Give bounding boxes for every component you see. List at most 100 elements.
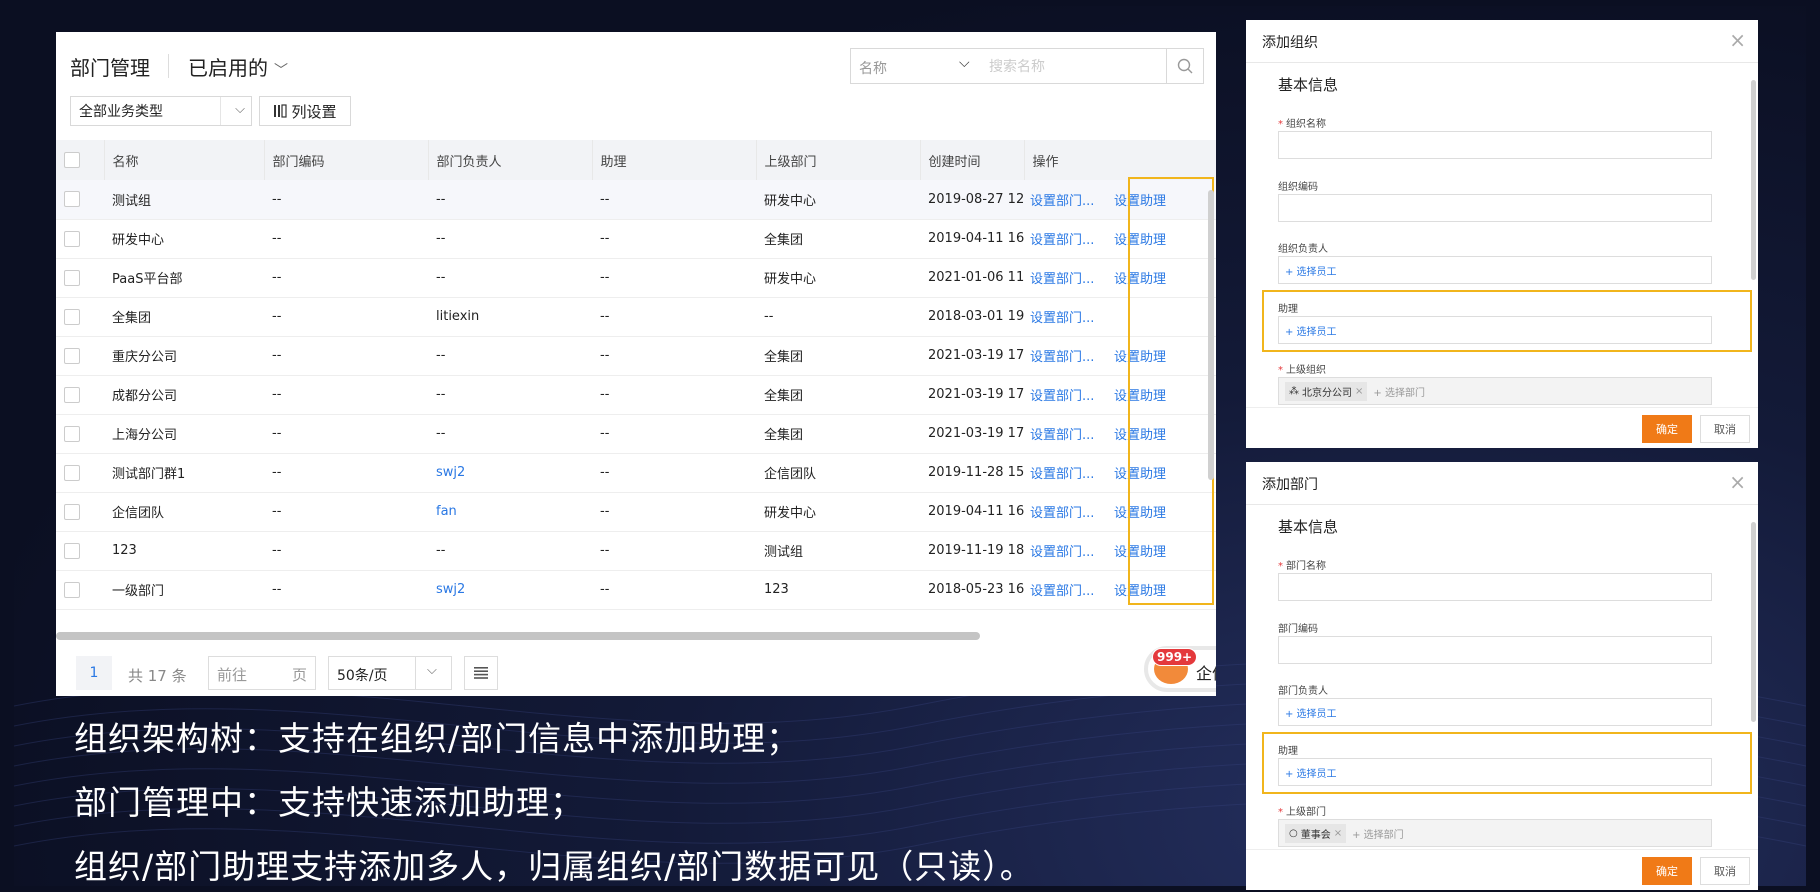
column-settings-button[interactable]: 列设置 [259,96,351,126]
set-department-link[interactable]: 设置部门... [1030,268,1100,287]
goto-page-input[interactable]: 前往 页 [208,656,316,690]
cell-name[interactable]: 一级部门 [104,570,264,610]
set-department-link[interactable]: 设置部门... [1030,307,1100,326]
row-checkbox[interactable] [64,503,80,520]
set-department-link[interactable]: 设置部门... [1030,229,1100,248]
select-all-cell[interactable] [56,140,105,180]
search-button[interactable] [1166,49,1203,83]
cell-name[interactable]: 研发中心 [104,219,264,259]
row-checkbox[interactable] [64,542,80,559]
table-row[interactable]: 成都分公司 -- -- -- 全集团 2021-03-19 17: 设置部门... 设置助理 [56,375,1216,415]
column-header-name[interactable]: 名称 [104,140,265,180]
set-assistant-link[interactable]: 设置助理 [1114,467,1166,482]
cancel-button[interactable]: 取消 [1700,857,1750,885]
set-department-link[interactable]: 设置部门... [1030,502,1100,521]
set-department-link[interactable]: 设置部门... [1030,541,1100,560]
row-checkbox[interactable] [64,347,80,364]
table-row[interactable]: 测试部门群1 -- swj2 -- 企信团队 2019-11-28 15: 设置部门... 设… [56,453,1216,493]
row-select-cell[interactable] [56,453,104,493]
cell-name[interactable]: 重庆分公司 [104,336,264,376]
dept-parent-picker[interactable]: ○ 董事会 × + 选择部门 [1278,819,1712,847]
row-checkbox[interactable] [64,386,80,403]
cell-name[interactable]: 企信团队 [104,492,264,532]
row-select-cell[interactable] [56,219,104,259]
dialog-scrollbar[interactable] [1751,80,1756,280]
add-parent-link[interactable]: + 选择部门 [1352,826,1404,841]
org-code-input[interactable] [1278,194,1712,222]
vertical-scrollbar[interactable] [1208,190,1214,480]
table-row[interactable]: 123 -- -- -- 测试组 2019-11-19 18: 设置部门... 设置助理 [56,531,1216,571]
set-department-link[interactable]: 设置部门... [1030,346,1100,365]
close-icon[interactable]: × [1729,470,1746,494]
cancel-button[interactable]: 取消 [1700,415,1750,443]
set-department-link[interactable]: 设置部门... [1030,385,1100,404]
status-filter-dropdown[interactable]: 已启用的 ﹀ [188,52,288,81]
chat-launcher[interactable]: 999+ 企信 [1144,646,1216,692]
set-assistant-link[interactable]: 设置助理 [1114,389,1166,404]
dept-assistant-picker[interactable]: + 选择员工 [1278,758,1712,786]
dept-name-input[interactable] [1278,573,1712,601]
remove-tag-icon[interactable]: × [1355,386,1363,397]
confirm-button[interactable]: 确定 [1642,857,1692,885]
row-checkbox[interactable] [64,464,80,481]
dept-manager-picker[interactable]: + 选择员工 [1278,698,1712,726]
row-select-cell[interactable] [56,570,104,610]
page-size-select[interactable]: 50条/页 ⌵ [328,656,452,690]
set-assistant-link[interactable]: 设置助理 [1114,233,1166,248]
cell-name[interactable]: 123 [104,531,264,571]
column-header-manager[interactable]: 部门负责人 [428,140,593,180]
set-assistant-link[interactable]: 设置助理 [1114,272,1166,287]
search-input[interactable] [987,53,1151,81]
table-row[interactable]: 一级部门 -- swj2 -- 123 2018-05-23 16: 设置部门... 设置助理 [56,570,1216,610]
set-department-link[interactable]: 设置部门... [1030,580,1100,599]
page-number-button[interactable]: 1 [76,656,112,690]
set-assistant-link[interactable]: 设置助理 [1114,350,1166,365]
business-type-select[interactable]: 全部业务类型 ⌵ [70,96,252,126]
row-select-cell[interactable] [56,180,104,220]
table-row[interactable]: 研发中心 -- -- -- 全集团 2019-04-11 16: 设置部门... 设置助理 [56,219,1216,259]
set-department-link[interactable]: 设置部门... [1030,190,1100,209]
set-assistant-link[interactable]: 设置助理 [1114,428,1166,443]
row-checkbox[interactable] [64,191,80,208]
row-select-cell[interactable] [56,531,104,571]
remove-tag-icon[interactable]: × [1334,828,1342,839]
column-header-created[interactable]: 创建时间 [920,140,1025,180]
row-checkbox[interactable] [64,308,80,325]
row-select-cell[interactable] [56,258,104,298]
row-checkbox[interactable] [64,269,80,286]
horizontal-scrollbar[interactable] [56,632,980,640]
table-row[interactable]: 全集团 -- litiexin -- -- 2018-03-01 19: 设置部门... [56,297,1216,337]
chevron-down-icon[interactable]: ⌵ [959,55,970,71]
close-icon[interactable]: × [1729,28,1746,52]
org-parent-picker[interactable]: ⁂ 北京分公司 × + 选择部门 [1278,377,1712,405]
set-assistant-link[interactable]: 设置助理 [1114,584,1166,599]
set-department-link[interactable]: 设置部门... [1030,463,1100,482]
list-menu-button[interactable] [464,656,498,690]
row-checkbox[interactable] [64,230,80,247]
search-field-select[interactable]: 名称 [859,58,887,78]
column-header-code[interactable]: 部门编码 [264,140,429,180]
add-parent-link[interactable]: + 选择部门 [1373,384,1425,399]
confirm-button[interactable]: 确定 [1642,415,1692,443]
cell-name[interactable]: 测试部门群1 [104,453,264,493]
table-row[interactable]: 测试组 -- -- -- 研发中心 2019-08-27 12: 设置部门... 设置助理 [56,180,1216,220]
table-row[interactable]: 重庆分公司 -- -- -- 全集团 2021-03-19 17: 设置部门... 设置助理 [56,336,1216,376]
set-department-link[interactable]: 设置部门... [1030,424,1100,443]
org-assistant-picker[interactable]: + 选择员工 [1278,316,1712,344]
row-select-cell[interactable] [56,336,104,376]
row-checkbox[interactable] [64,425,80,442]
table-row[interactable]: 企信团队 -- fan -- 研发中心 2019-04-11 16: 设置部门... 设置助理 [56,492,1216,532]
row-select-cell[interactable] [56,492,104,532]
row-select-cell[interactable] [56,414,104,454]
set-assistant-link[interactable]: 设置助理 [1114,194,1166,209]
cell-name[interactable]: 全集团 [104,297,264,337]
cell-name[interactable]: 测试组 [104,180,264,220]
org-manager-picker[interactable]: + 选择员工 [1278,256,1712,284]
dept-code-input[interactable] [1278,636,1712,664]
row-checkbox[interactable] [64,581,80,598]
set-assistant-link[interactable]: 设置助理 [1114,506,1166,521]
column-header-parent[interactable]: 上级部门 [756,140,921,180]
set-assistant-link[interactable]: 设置助理 [1114,545,1166,560]
row-select-cell[interactable] [56,297,104,337]
table-row[interactable]: 上海分公司 -- -- -- 全集团 2021-03-19 17: 设置部门... 设置助理 [56,414,1216,454]
